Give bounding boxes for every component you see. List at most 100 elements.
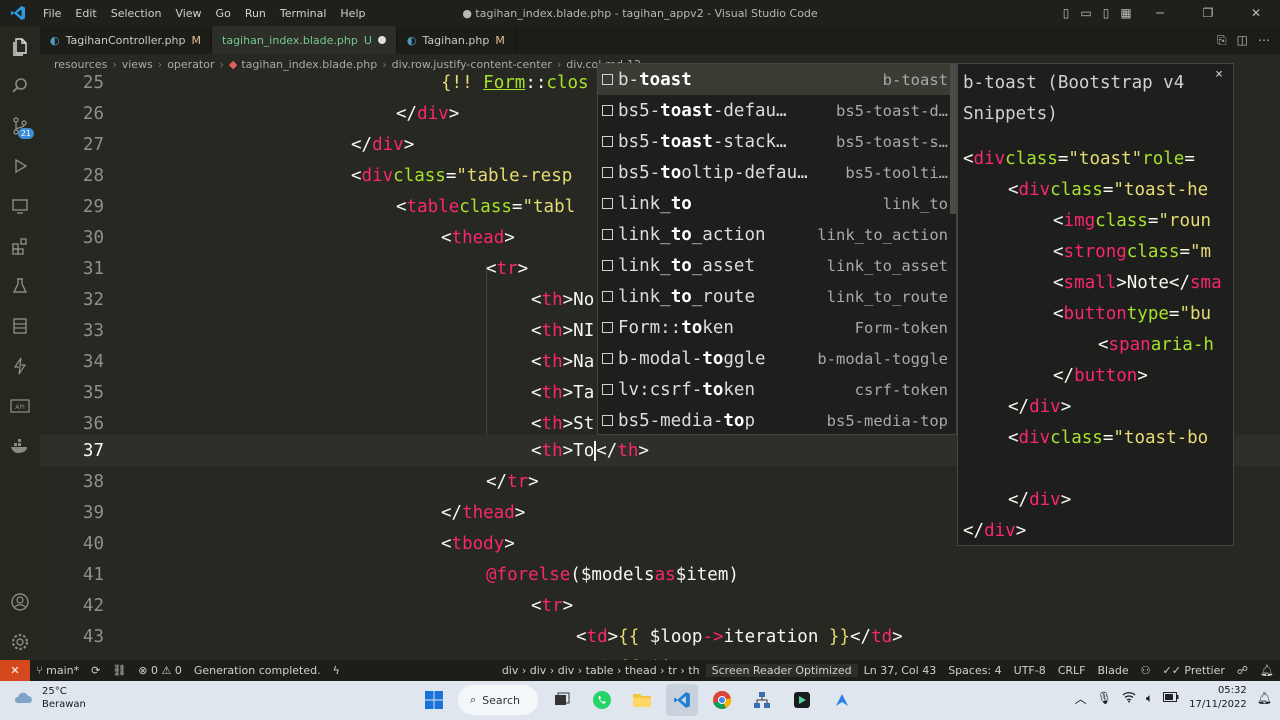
explorer-icon[interactable] <box>0 26 40 66</box>
notification-center-icon[interactable]: 🔔︎ <box>1257 691 1272 705</box>
menu-terminal[interactable]: Terminal <box>273 7 334 20</box>
editor-actions: ⎘ ◫ ⋯ <box>1217 26 1270 54</box>
thunder-client-icon[interactable] <box>0 346 40 386</box>
screen-reader-mode[interactable]: Screen Reader Optimized <box>705 664 858 677</box>
menu-selection[interactable]: Selection <box>104 7 169 20</box>
docker-icon[interactable] <box>0 426 40 466</box>
feedback-icon[interactable]: ☍ <box>1231 664 1254 677</box>
menu-go[interactable]: Go <box>209 7 238 20</box>
source-control-icon[interactable]: 21 <box>0 106 40 146</box>
suggestion-item[interactable]: b-modal-toggle b-modal-toggle <box>598 343 956 374</box>
volume-icon[interactable]: 🔈︎ <box>1146 691 1153 706</box>
breadcrumb-item[interactable]: operator <box>167 58 214 71</box>
testing-icon[interactable] <box>0 266 40 306</box>
weather-widget[interactable]: 25°C Berawan <box>12 685 86 711</box>
customize-layout-icon[interactable]: ▦ <box>1117 6 1135 20</box>
snippet-icon <box>602 198 613 209</box>
vscode-taskbar-icon[interactable] <box>666 684 698 716</box>
search-icon: ⌕ <box>470 693 477 706</box>
tab-tagihan-index-blade[interactable]: tagihan_index.blade.php U <box>212 26 397 54</box>
toggle-panel-icon[interactable]: ▭ <box>1077 6 1095 20</box>
branch-indicator[interactable]: ⑂ main* <box>30 664 85 677</box>
suggestion-item[interactable]: Form::token Form-token <box>598 312 956 343</box>
live-share-icon[interactable]: ⛓ <box>106 664 132 677</box>
line-number: 29 <box>82 196 104 217</box>
suggestion-item[interactable]: bs5-toast-stack… bs5-toast-s… <box>598 126 956 157</box>
close-icon[interactable]: × <box>1215 67 1223 82</box>
notifications-bell-icon[interactable]: 🔔︎ <box>1254 664 1280 677</box>
suggestion-item[interactable]: bs5-media-top bs5-media-top <box>598 405 956 434</box>
api-icon[interactable]: API <box>0 386 40 426</box>
tab-tagihan-controller[interactable]: ◐ TagihanController.php M <box>40 26 213 54</box>
presentation-app-icon[interactable] <box>786 684 818 716</box>
minimize-button[interactable]: ─ <box>1137 6 1183 20</box>
remote-indicator-icon[interactable]: ✕ <box>0 660 30 681</box>
end-of-line[interactable]: CRLF <box>1052 664 1092 677</box>
file-explorer-icon[interactable] <box>626 684 658 716</box>
suggestion-item[interactable]: lv:csrf-token csrf-token <box>598 374 956 405</box>
sync-icon[interactable]: ⟳ <box>85 664 106 677</box>
suggestion-item[interactable]: b-toast b-toast <box>598 64 956 95</box>
suggestion-item[interactable]: link_to_action link_to_action <box>598 219 956 250</box>
split-editor-icon[interactable]: ◫ <box>1237 33 1248 47</box>
indentation[interactable]: Spaces: 4 <box>942 664 1007 677</box>
wifi-icon[interactable] <box>1122 691 1136 706</box>
extensions-icon[interactable] <box>0 226 40 266</box>
microphone-icon[interactable]: 🎙︎ <box>1097 691 1112 705</box>
network-app-icon[interactable] <box>746 684 778 716</box>
prettier-status[interactable]: ✓✓ Prettier <box>1156 664 1230 677</box>
menu-run[interactable]: Run <box>238 7 273 20</box>
suggestion-item[interactable]: bs5-toast-defau… bs5-toast-d… <box>598 95 956 126</box>
menu-edit[interactable]: Edit <box>68 7 103 20</box>
battery-icon[interactable] <box>1163 691 1179 705</box>
menu-view[interactable]: View <box>168 7 208 20</box>
close-window-button[interactable]: ✕ <box>1233 6 1279 20</box>
breadcrumb-item[interactable]: views <box>122 58 153 71</box>
breadcrumb-item[interactable]: div.row.justify-content-center <box>392 58 552 71</box>
suggestion-item[interactable]: bs5-tooltip-defau… bs5-toolti… <box>598 157 956 188</box>
suggestion-scrollbar[interactable] <box>950 64 956 214</box>
problems-indicator[interactable]: ⊗ 0 ⚠ 0 <box>132 664 188 677</box>
task-view-icon[interactable] <box>546 684 578 716</box>
database-icon[interactable] <box>0 306 40 346</box>
accounts-icon[interactable] <box>0 582 40 622</box>
code-line: 44 <td>{{ $item <box>40 652 1280 661</box>
copilot-icon[interactable]: ⚇ <box>1135 664 1157 677</box>
line-number: 28 <box>82 165 104 186</box>
suggestion-item[interactable]: link_to link_to <box>598 188 956 219</box>
cursor-position[interactable]: Ln 37, Col 43 <box>858 664 943 677</box>
toggle-sidebar-icon[interactable]: ▯ <box>1057 6 1075 20</box>
windows-start-icon[interactable] <box>418 684 450 716</box>
toggle-secondary-sidebar-icon[interactable]: ▯ <box>1097 6 1115 20</box>
more-actions-icon[interactable]: ⋯ <box>1258 33 1270 47</box>
menu-help[interactable]: Help <box>333 7 372 20</box>
run-debug-icon[interactable] <box>0 146 40 186</box>
suggestion-item[interactable]: link_to_route link_to_route <box>598 281 956 312</box>
whatsapp-icon[interactable] <box>586 684 618 716</box>
restore-button[interactable]: ❐ <box>1185 6 1231 20</box>
source-control-badge: 21 <box>17 128 34 139</box>
details-code-line: < strong class = "m <box>1053 241 1212 262</box>
suggestion-item[interactable]: link_to_asset link_to_asset <box>598 250 956 281</box>
unsaved-dot-icon[interactable] <box>377 36 386 44</box>
tab-tagihan-model[interactable]: ◐ Tagihan.php M <box>397 26 516 54</box>
clock[interactable]: 05:32 17/11/2022 <box>1189 684 1247 712</box>
encoding[interactable]: UTF-8 <box>1008 664 1052 677</box>
suggestion-label: lv:csrf-token <box>618 379 755 400</box>
element-path[interactable]: div › div › div › table › thead › tr › t… <box>496 664 706 677</box>
breadcrumb-item[interactable]: tagihan_index.blade.php <box>241 58 377 71</box>
remote-explorer-icon[interactable] <box>0 186 40 226</box>
taskbar-search[interactable]: ⌕ Search <box>458 685 538 715</box>
show-hidden-icons-icon[interactable]: ︿ <box>1075 690 1087 707</box>
chrome-icon[interactable] <box>706 684 738 716</box>
open-changes-icon[interactable]: ⎘ <box>1217 33 1227 48</box>
search-icon[interactable] <box>0 66 40 106</box>
menu-file[interactable]: File <box>36 7 68 20</box>
language-mode[interactable]: Blade <box>1092 664 1135 677</box>
breadcrumb-item[interactable]: resources <box>54 58 107 71</box>
arrow-app-icon[interactable] <box>826 684 858 716</box>
lightning-icon[interactable]: ϟ <box>327 664 346 677</box>
code-line: 41 @forelse ($models as $item) <box>40 559 1280 590</box>
manage-gear-icon[interactable] <box>0 622 40 662</box>
tab-status: M <box>191 33 202 47</box>
